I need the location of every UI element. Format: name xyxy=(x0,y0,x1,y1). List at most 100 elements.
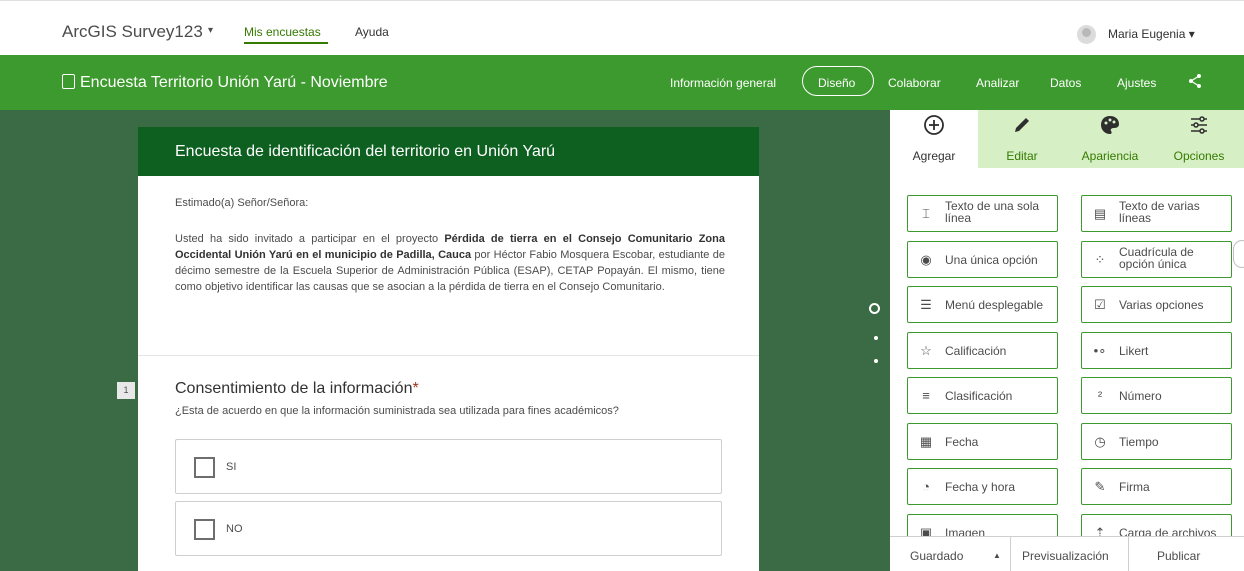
user-menu[interactable]: Maria Eugenia ▾ xyxy=(1108,27,1195,41)
question-type-label: Calificación xyxy=(945,345,1006,357)
multi-line-text-icon: ▤ xyxy=(1093,206,1107,221)
radio-icon: ◉ xyxy=(920,251,932,267)
option-label: SI xyxy=(226,461,237,473)
question-type-signature[interactable]: ✎ Firma xyxy=(1081,468,1232,505)
question-description: ¿Esta de acuerdo en que la información s… xyxy=(175,405,619,417)
question-type-grid[interactable]: ⁘ Cuadrícula de opción única xyxy=(1081,240,1232,278)
star-icon: ☆ xyxy=(920,342,932,358)
question-type-label: Likert xyxy=(1119,345,1148,357)
clock-icon: ◷ xyxy=(1094,433,1106,449)
question-type-likert[interactable]: •∘ Likert xyxy=(1081,331,1232,369)
document-icon xyxy=(62,74,75,89)
question-type-label-line: Número xyxy=(1119,389,1162,403)
tab-options[interactable]: Opciones xyxy=(1154,110,1244,168)
tab-appearance[interactable]: Apariencia xyxy=(1066,110,1154,168)
question-type-label: Fecha xyxy=(945,436,978,448)
share-icon[interactable] xyxy=(1187,73,1203,89)
nav-my-surveys[interactable]: Mis encuestas xyxy=(244,25,321,39)
question-type-label: Una única opción xyxy=(945,254,1038,266)
ranking-icon: ≡ xyxy=(922,388,930,403)
page-dot-icon[interactable] xyxy=(874,359,878,363)
nav-active-underline xyxy=(244,42,328,44)
survey-header: Encuesta Territorio Unión Yarú - Noviemb… xyxy=(0,55,1244,110)
question-type-label-line: Fecha y hora xyxy=(945,480,1016,494)
nav-help[interactable]: Ayuda xyxy=(355,25,389,39)
divider xyxy=(1128,537,1129,571)
question-type-label: Texto de una sola línea xyxy=(945,200,1039,224)
question-type-single-line-text[interactable]: ⌶ Texto de una sola línea xyxy=(907,195,1058,232)
form-greeting: Estimado(a) Señor/Señora: xyxy=(175,197,309,209)
tab-analyze[interactable]: Analizar xyxy=(976,76,1019,90)
scroll-indicator-icon[interactable] xyxy=(869,303,880,314)
page-dot-icon[interactable] xyxy=(874,336,878,340)
tab-edit[interactable]: Editar xyxy=(978,110,1066,168)
question-type-label: Fecha y hora xyxy=(945,481,1015,493)
tab-design[interactable]: Diseño xyxy=(818,76,855,90)
question-type-clock[interactable]: ◷ Tiempo xyxy=(1081,422,1232,460)
required-mark: * xyxy=(412,380,419,397)
divider xyxy=(1010,537,1011,571)
question-type-label-line: Una única opción xyxy=(945,252,1038,267)
form-title: Encuesta de identificación del territori… xyxy=(175,143,556,160)
preview-button[interactable]: Previsualización xyxy=(1022,549,1109,563)
option-no[interactable]: NO xyxy=(175,501,722,556)
question-type-multi-line-text[interactable]: ▤ Texto de varias líneas xyxy=(1081,195,1232,232)
question-type-star[interactable]: ☆ Calificación xyxy=(907,331,1058,369)
question-panel: Agregar Editar Apariencia Opciones ⌶ Text… xyxy=(890,110,1244,571)
option-si[interactable]: SI xyxy=(175,439,722,494)
tab-options-label: Opciones xyxy=(1173,149,1225,163)
question-title[interactable]: Consentimiento de la información* xyxy=(175,380,419,398)
checkbox-icon[interactable] xyxy=(194,519,215,540)
caret-up-icon[interactable]: ▲ xyxy=(993,551,1001,560)
question-type-label-line: Likert xyxy=(1119,343,1149,358)
question-type-datetime[interactable]: ◔ Fecha y hora xyxy=(907,468,1058,505)
question-type-number[interactable]: ² Número xyxy=(1081,377,1232,414)
question-type-label: Tiempo xyxy=(1119,436,1159,448)
publish-button[interactable]: Publicar xyxy=(1157,549,1200,563)
plus-circle-icon xyxy=(890,114,978,138)
question-type-dropdown[interactable]: ☰ Menú desplegable xyxy=(907,286,1058,323)
question-type-ranking[interactable]: ≡ Clasificación xyxy=(907,377,1058,414)
tab-add-label: Agregar xyxy=(912,149,956,163)
question-type-label-line: líneas xyxy=(1119,211,1152,225)
survey-title: Encuesta Territorio Unión Yarú - Noviemb… xyxy=(62,74,388,92)
form-body: Estimado(a) Señor/Señora: Usted ha sido … xyxy=(138,176,759,571)
checkbox-icon: ☑ xyxy=(1094,297,1106,312)
tab-data[interactable]: Datos xyxy=(1050,76,1081,90)
question-type-calendar[interactable]: ▦ Fecha xyxy=(907,422,1058,460)
form-header[interactable]: Encuesta de identificación del territori… xyxy=(138,127,759,176)
question-title-text: Consentimiento de la información xyxy=(175,380,413,397)
avatar[interactable] xyxy=(1077,25,1096,44)
tab-edit-label: Editar xyxy=(1006,149,1038,163)
tab-collaborate[interactable]: Colaborar xyxy=(888,76,941,90)
brand-caret-icon[interactable]: ▾ xyxy=(208,25,213,36)
tab-add[interactable]: Agregar xyxy=(890,110,978,168)
question-type-label-line: línea xyxy=(945,211,972,225)
tab-overview[interactable]: Información general xyxy=(670,76,776,90)
survey-title-text: Encuesta Territorio Unión Yarú - Noviemb… xyxy=(80,74,388,91)
bottom-action-bar: Guardado ▲ Previsualización Publicar xyxy=(890,536,1244,571)
question-type-label-line: Calificación xyxy=(945,343,1007,358)
question-number-badge: 1 xyxy=(117,382,135,399)
question-type-label: Varias opciones xyxy=(1119,299,1204,311)
panel-scroll-handle[interactable] xyxy=(1233,240,1244,268)
top-bar: ArcGIS Survey123 ▾ Mis encuestas Ayuda M… xyxy=(0,0,1244,55)
question-type-label: Clasificación xyxy=(945,390,1012,402)
form-intro[interactable]: Usted ha sido invitado a participar en e… xyxy=(175,231,725,295)
number-icon: ² xyxy=(1097,388,1103,403)
tab-appearance-label: Apariencia xyxy=(1081,149,1139,163)
tab-settings[interactable]: Ajustes xyxy=(1117,76,1156,90)
question-type-label-line: Firma xyxy=(1119,480,1150,494)
question-type-checkbox[interactable]: ☑ Varias opciones xyxy=(1081,286,1232,323)
question-type-label-line: Clasificación xyxy=(945,389,1013,403)
pencil-icon xyxy=(978,114,1066,138)
saved-status[interactable]: Guardado xyxy=(910,549,963,563)
question-type-label: Menú desplegable xyxy=(945,299,1043,311)
question-type-label: Firma xyxy=(1119,481,1150,493)
app-brand[interactable]: ArcGIS Survey123 xyxy=(62,22,203,42)
checkbox-icon[interactable] xyxy=(194,457,215,478)
question-type-radio[interactable]: ◉ Una única opción xyxy=(907,240,1058,278)
datetime-icon: ◔ xyxy=(922,479,930,494)
question-type-label: Texto de varias líneas xyxy=(1119,200,1200,224)
likert-icon: •∘ xyxy=(1093,342,1107,358)
